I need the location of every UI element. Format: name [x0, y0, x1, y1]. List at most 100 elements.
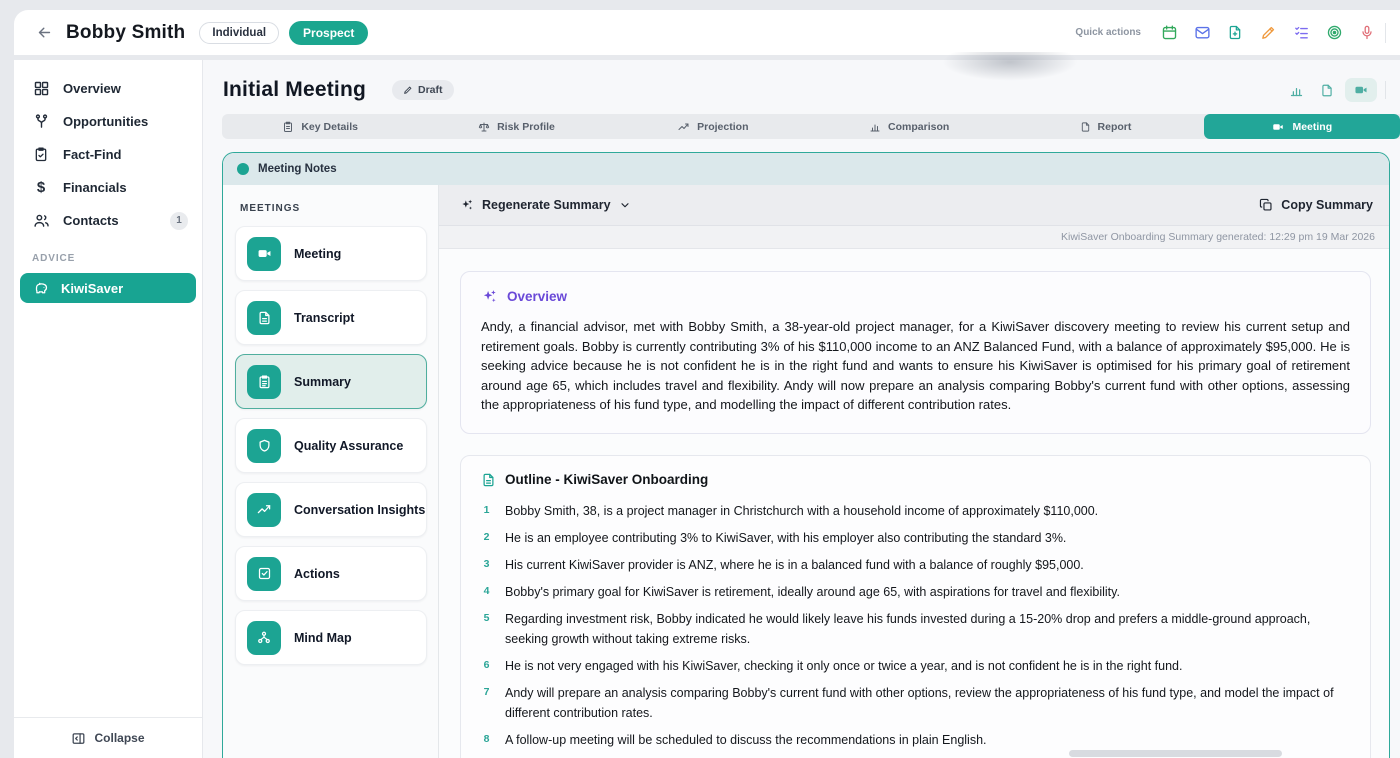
sidebar-footer: Collapse: [14, 717, 202, 758]
calendar-icon: [1161, 24, 1178, 41]
users-icon: [32, 212, 50, 229]
report-view-button[interactable]: [1314, 78, 1340, 102]
quick-action-calendar[interactable]: [1157, 21, 1181, 45]
advice-section-label: ADVICE: [32, 253, 202, 264]
client-type-badge: Individual: [199, 22, 279, 44]
sidebar-item-opportunities[interactable]: Opportunities: [14, 105, 202, 138]
outline-item: 5Regarding investment risk, Bobby indica…: [481, 609, 1350, 649]
left-sidebar: Overview Opportunities Fact-Find $ Finan…: [14, 60, 203, 758]
hierarchy-icon: [247, 621, 281, 655]
sidebar-item-label: KiwiSaver: [61, 281, 123, 296]
outline-card: Outline - KiwiSaver Onboarding 1Bobby Sm…: [460, 455, 1371, 758]
regenerate-summary-button[interactable]: Regenerate Summary: [460, 198, 631, 212]
mail-icon: [1194, 24, 1211, 41]
sidebar-item-contacts[interactable]: Contacts 1: [14, 204, 202, 237]
header-divider: [1385, 23, 1386, 43]
grid-icon: [32, 80, 50, 97]
overview-body: Andy, a financial advisor, met with Bobb…: [481, 317, 1350, 415]
tab-projection[interactable]: Projection: [615, 114, 811, 139]
sidebar-item-label: Opportunities: [63, 114, 148, 129]
clipboard-list-icon: [247, 365, 281, 399]
copy-summary-button[interactable]: Copy Summary: [1259, 198, 1373, 212]
video-icon: [247, 237, 281, 271]
contacts-count-badge: 1: [170, 212, 188, 230]
sidebar-item-fact-find[interactable]: Fact-Find: [14, 138, 202, 171]
pencil-icon: [403, 85, 413, 95]
chevron-down-icon: [619, 199, 631, 211]
quick-action-note[interactable]: [1256, 21, 1280, 45]
header-icons-divider: [1385, 81, 1386, 99]
quick-action-new-file[interactable]: [1223, 21, 1247, 45]
summary-generated-note: KiwiSaver Onboarding Summary generated: …: [439, 226, 1389, 249]
back-button[interactable]: [30, 19, 58, 47]
outline-item: 3His current KiwiSaver provider is ANZ, …: [481, 555, 1350, 575]
clipboard-check-icon: [32, 146, 50, 163]
page-title: Initial Meeting: [223, 78, 366, 102]
meeting-notes-title: Meeting Notes: [258, 163, 337, 175]
quick-actions-label: Quick actions: [1075, 27, 1141, 38]
meetings-item-actions[interactable]: Actions: [235, 546, 427, 601]
route-icon: [32, 113, 50, 130]
client-name: Bobby Smith: [66, 22, 185, 44]
meetings-item-quality-assurance[interactable]: Quality Assurance: [235, 418, 427, 473]
quick-action-goal[interactable]: [1322, 21, 1346, 45]
tab-report[interactable]: Report: [1007, 114, 1203, 139]
sidebar-item-kiwisaver[interactable]: KiwiSaver: [20, 273, 196, 303]
quick-action-email[interactable]: [1190, 21, 1214, 45]
sidebar-item-label: Fact-Find: [63, 147, 122, 162]
meetings-heading: MEETINGS: [240, 203, 427, 214]
check-square-icon: [247, 557, 281, 591]
sparkles-icon: [460, 198, 474, 212]
meeting-tabs: Key Details Risk Profile Projection Comp…: [222, 114, 1400, 139]
piggy-bank-icon: [33, 280, 50, 297]
summary-toolbar: Regenerate Summary Copy Summary: [439, 185, 1389, 226]
sidebar-item-overview[interactable]: Overview: [14, 72, 202, 105]
file-plus-icon: [1227, 24, 1243, 41]
outline-title: Outline - KiwiSaver Onboarding: [505, 472, 708, 487]
summary-scroll-area[interactable]: Overview Andy, a financial advisor, met …: [439, 249, 1389, 758]
meeting-notes-panel: Meeting Notes MEETINGS Meeting Transcrip…: [222, 152, 1390, 758]
overview-title: Overview: [507, 289, 567, 304]
collapse-button[interactable]: Collapse: [71, 731, 144, 746]
sidebar-item-label: Contacts: [63, 213, 119, 228]
checklist-icon: [1293, 24, 1310, 41]
quick-action-record[interactable]: [1355, 21, 1379, 45]
outline-item: 8A follow-up meeting will be scheduled t…: [481, 730, 1350, 750]
bar-chart-icon: [1289, 83, 1304, 98]
overview-card: Overview Andy, a financial advisor, met …: [460, 271, 1371, 434]
app-root: Bobby Smith Individual Prospect Quick ac…: [0, 0, 1400, 758]
video-icon: [1271, 121, 1285, 133]
summary-content: Regenerate Summary Copy Summary KiwiSave…: [439, 185, 1389, 758]
meetings-item-transcript[interactable]: Transcript: [235, 290, 427, 345]
document-icon: [1080, 121, 1091, 133]
meeting-view-button[interactable]: [1345, 78, 1377, 102]
outline-item: 6He is not very engaged with his KiwiSav…: [481, 656, 1350, 676]
file-text-icon: [481, 472, 496, 488]
sidebar-item-financials[interactable]: $ Financials: [14, 171, 202, 204]
collapse-panel-icon: [71, 731, 86, 746]
sparkles-icon: [481, 288, 498, 305]
outline-item: 4Bobby's primary goal for KiwiSaver is r…: [481, 582, 1350, 602]
tab-comparison[interactable]: Comparison: [811, 114, 1007, 139]
meetings-item-summary[interactable]: Summary: [235, 354, 427, 409]
tab-meeting[interactable]: Meeting: [1204, 114, 1400, 139]
main-content: Initial Meeting Draft Key Details: [203, 60, 1400, 758]
bar-chart-icon: [869, 121, 881, 133]
outline-item: 2He is an employee contributing 3% to Ki…: [481, 528, 1350, 548]
meetings-item-meeting[interactable]: Meeting: [235, 226, 427, 281]
status-dot-icon: [237, 163, 249, 175]
client-status-badge: Prospect: [289, 21, 368, 45]
arrow-left-icon: [36, 24, 53, 41]
shield-icon: [247, 429, 281, 463]
quick-action-tasks[interactable]: [1289, 21, 1313, 45]
comparison-view-button[interactable]: [1283, 78, 1309, 102]
top-header: Bobby Smith Individual Prospect Quick ac…: [14, 10, 1400, 55]
pencil-icon: [1260, 24, 1277, 41]
meetings-item-mind-map[interactable]: Mind Map: [235, 610, 427, 665]
microphone-icon: [1359, 24, 1375, 41]
meeting-notes-header: Meeting Notes: [223, 153, 1389, 185]
meetings-item-conversation-insights[interactable]: Conversation Insights: [235, 482, 427, 537]
tab-key-details[interactable]: Key Details: [222, 114, 418, 139]
tab-risk-profile[interactable]: Risk Profile: [418, 114, 614, 139]
horizontal-scrollbar[interactable]: [1069, 750, 1282, 757]
